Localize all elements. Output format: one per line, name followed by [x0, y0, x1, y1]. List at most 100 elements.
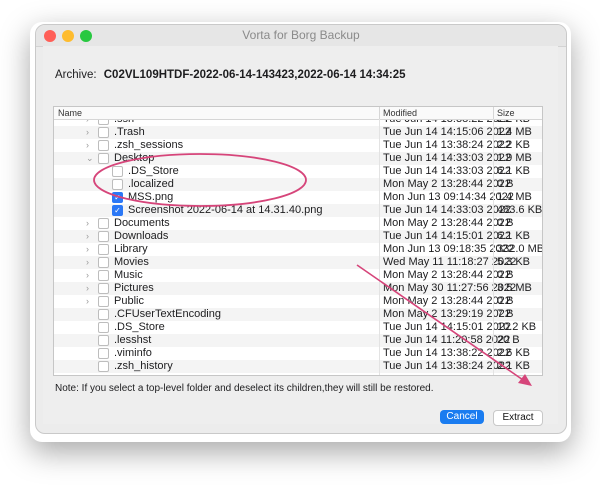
- checkbox[interactable]: [98, 257, 109, 268]
- tree-row[interactable]: .lesshst Tue Jun 14 11:20:58 2022 20 B: [54, 334, 542, 347]
- column-divider[interactable]: [379, 107, 380, 119]
- tree-row[interactable]: › .zsh_sessions Tue Jun 14 13:38:24 2022 2.…: [54, 139, 542, 152]
- close-window-button[interactable]: [44, 30, 56, 42]
- checkbox[interactable]: [98, 296, 109, 307]
- tree-row[interactable]: › Downloads Tue Jun 14 14:15:01 2022 6.1 KB: [54, 230, 542, 243]
- chevron-right-icon[interactable]: ›: [86, 139, 94, 152]
- row-modified: Mon May 2 13:28:44 2022: [383, 178, 511, 190]
- row-name: Desktop: [114, 152, 155, 164]
- row-size: 5.3 KB: [497, 256, 531, 268]
- row-name: .zsh_sessions: [114, 139, 184, 151]
- column-divider[interactable]: [493, 107, 494, 119]
- file-tree[interactable]: ›.sshTue Jun 14 13:38:22 20222.2 KB›.Tra…: [53, 106, 543, 376]
- checkbox[interactable]: [98, 322, 109, 333]
- tree-row[interactable]: › Library Mon Jun 13 09:18:35 2022 332.0 MB: [54, 243, 542, 256]
- tree-row[interactable]: › Pictures Mon May 30 11:27:56 2022 3.5 MB: [54, 282, 542, 295]
- tree-row[interactable]: › Movies Wed May 11 11:18:27 2022 5.3 KB: [54, 256, 542, 269]
- chevron-right-icon[interactable]: ›: [86, 243, 94, 256]
- column-header-name[interactable]: Name: [58, 107, 82, 119]
- row-modified: Mon May 2 13:28:44 2022: [383, 295, 511, 307]
- row-name: .zsh_history: [114, 360, 173, 372]
- checkbox[interactable]: [98, 140, 109, 151]
- row-name: .CFUserTextEncoding: [114, 308, 221, 320]
- chevron-right-icon[interactable]: ›: [86, 217, 94, 230]
- tree-row[interactable]: › .Trash Tue Jun 14 14:15:06 2022 1.4 MB: [54, 126, 542, 139]
- dialog-content: Archive: C02VL109HTDF-2022-06-14-143423,…: [43, 46, 558, 426]
- chevron-right-icon[interactable]: ›: [86, 282, 94, 295]
- checkbox[interactable]: [112, 166, 123, 177]
- column-grid-line: [493, 119, 494, 375]
- row-name: .DS_Store: [128, 165, 179, 177]
- zoom-window-button[interactable]: [80, 30, 92, 42]
- checkbox-checked[interactable]: ✓: [112, 205, 123, 216]
- row-name: Screenshot 2022-06-14 at 14.31.40.png: [128, 204, 323, 216]
- column-header-modified[interactable]: Modified: [383, 107, 417, 119]
- checkbox[interactable]: [98, 309, 109, 320]
- chevron-right-icon[interactable]: ›: [86, 126, 94, 139]
- row-size: 483.6 KB: [497, 204, 543, 216]
- checkbox[interactable]: [98, 348, 109, 359]
- row-size: 1.9 MB: [497, 152, 532, 164]
- row-modified: Mon May 2 13:29:19 2022: [383, 308, 511, 320]
- tree-row[interactable]: › Music Mon May 2 13:28:44 2022 0 B: [54, 269, 542, 282]
- row-name: .Trash: [114, 126, 145, 138]
- tree-row[interactable]: ✓ Screenshot 2022-06-14 at 14.31.40.png Tu…: [54, 204, 542, 217]
- row-name: MSS.png: [128, 191, 174, 203]
- tree-row[interactable]: .viminfo Tue Jun 14 13:38:22 2022 2.6 KB: [54, 347, 542, 360]
- row-modified: Tue Jun 14 14:15:01 2022: [383, 321, 512, 333]
- checkmark-icon: ✓: [114, 193, 121, 202]
- chevron-right-icon[interactable]: ›: [86, 256, 94, 269]
- tree-row[interactable]: .CFUserTextEncoding Mon May 2 13:29:19 20…: [54, 308, 542, 321]
- row-size: 2.2 KB: [497, 139, 531, 151]
- tree-row[interactable]: .zsh_history Tue Jun 14 13:38:24 2022 2.1 …: [54, 360, 542, 373]
- row-modified: Mon Jun 13 09:14:34 2022: [383, 191, 514, 203]
- restore-note: Note: If you select a top-level folder a…: [55, 383, 434, 394]
- checkbox-checked[interactable]: ✓: [112, 192, 123, 203]
- row-size: 1.4 MB: [497, 191, 532, 203]
- row-name: Documents: [114, 217, 170, 229]
- row-modified: Tue Jun 14 14:15:01 2022: [383, 230, 512, 242]
- row-name: .localized: [128, 178, 174, 190]
- checkbox[interactable]: [98, 244, 109, 255]
- row-size: 7 B: [497, 308, 514, 320]
- archive-label: Archive:: [55, 69, 97, 81]
- chevron-down-icon[interactable]: ⌄: [86, 152, 94, 165]
- row-modified: Tue Jun 14 11:20:58 2022: [383, 334, 511, 346]
- tree-row[interactable]: .DS_Store Tue Jun 14 14:33:03 2022 6.1 KB: [54, 165, 542, 178]
- checkbox[interactable]: [98, 270, 109, 281]
- checkbox[interactable]: [98, 231, 109, 242]
- chevron-right-icon[interactable]: ›: [86, 269, 94, 282]
- tree-row[interactable]: ⌄ Desktop Tue Jun 14 14:33:03 2022 1.9 MB: [54, 152, 542, 165]
- minimize-window-button[interactable]: [62, 30, 74, 42]
- row-modified: Tue Jun 14 14:33:03 2022: [383, 204, 512, 216]
- row-size: 0 B: [497, 295, 514, 307]
- row-modified: Tue Jun 14 13:38:24 2022: [383, 139, 512, 151]
- checkbox[interactable]: [98, 335, 109, 346]
- checkbox[interactable]: [98, 361, 109, 372]
- chevron-right-icon[interactable]: ›: [86, 295, 94, 308]
- row-size: 2.1 KB: [497, 360, 531, 372]
- column-header-size[interactable]: Size: [497, 107, 515, 119]
- chevron-right-icon[interactable]: ›: [86, 230, 94, 243]
- checkbox[interactable]: [98, 127, 109, 138]
- window-title: Vorta for Borg Backup: [242, 28, 360, 42]
- checkbox[interactable]: [98, 218, 109, 229]
- tree-row[interactable]: › Documents Mon May 2 13:28:44 2022 0 B: [54, 217, 542, 230]
- archive-name: C02VL109HTDF-2022-06-14-143423,2022-06-1…: [103, 69, 406, 81]
- cancel-button[interactable]: Cancel: [440, 410, 484, 424]
- tree-row[interactable]: .localized Mon May 2 13:28:44 2022 0 B: [54, 178, 542, 191]
- tree-row[interactable]: .DS_Store Tue Jun 14 14:15:01 2022 10.2 KB: [54, 321, 542, 334]
- checkbox[interactable]: [98, 153, 109, 164]
- checkbox[interactable]: [98, 283, 109, 294]
- extract-button[interactable]: Extract: [493, 410, 543, 426]
- row-size: 0 B: [497, 178, 514, 190]
- tree-row[interactable]: ✓ MSS.png Mon Jun 13 09:14:34 2022 1.4 MB: [54, 191, 542, 204]
- row-name: .DS_Store: [114, 321, 165, 333]
- checkmark-icon: ✓: [114, 206, 121, 215]
- row-size: 3.5 MB: [497, 282, 532, 294]
- row-size: 10.2 KB: [497, 321, 537, 333]
- row-size: 2.6 KB: [497, 347, 531, 359]
- tree-row[interactable]: › Public Mon May 2 13:28:44 2022 0 B: [54, 295, 542, 308]
- row-name: .viminfo: [114, 347, 152, 359]
- checkbox[interactable]: [112, 179, 123, 190]
